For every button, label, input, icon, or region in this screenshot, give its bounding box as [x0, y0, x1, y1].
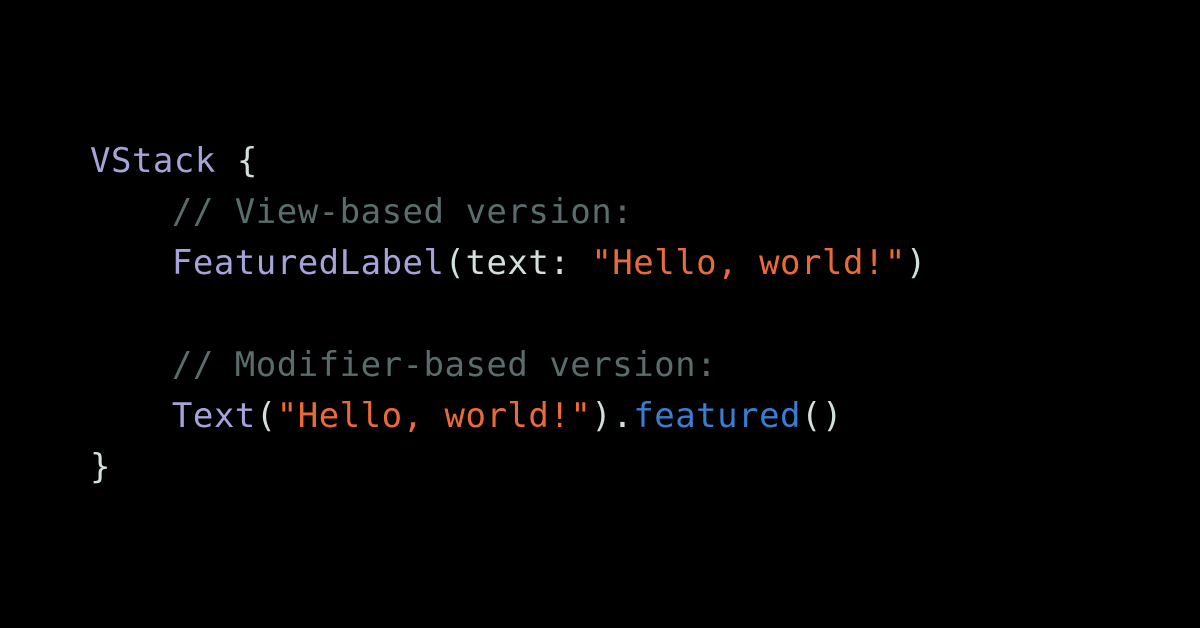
token-type: FeaturedLabel	[172, 243, 445, 283]
token-string: "Hello, world!"	[591, 243, 906, 283]
token-comment: // Modifier-based version:	[172, 345, 717, 385]
code-line-blank	[90, 289, 927, 340]
code-line-6: Text("Hello, world!").featured()	[90, 391, 927, 442]
code-line-5: // Modifier-based version:	[90, 340, 927, 391]
token-paren: )	[906, 243, 927, 283]
token-type: Text	[172, 396, 256, 436]
token-type: VStack	[90, 141, 216, 181]
token-brace: {	[237, 141, 258, 181]
token-paren: (	[256, 396, 277, 436]
token-paren: (	[444, 243, 465, 283]
code-snippet: VStack { // View-based version: FeaturedLa…	[90, 136, 927, 493]
code-line-2: // View-based version:	[90, 187, 927, 238]
code-line-7: }	[90, 442, 927, 493]
code-line-1: VStack {	[90, 136, 927, 187]
token-comment: // View-based version:	[172, 192, 633, 232]
token-paren: ).	[591, 396, 633, 436]
token-paren: ()	[801, 396, 843, 436]
token-brace: }	[90, 447, 111, 487]
token-method: featured	[633, 396, 801, 436]
token-string: "Hello, world!"	[277, 396, 592, 436]
code-line-3: FeaturedLabel(text: "Hello, world!")	[90, 238, 927, 289]
token-arglabel: text:	[465, 243, 570, 283]
